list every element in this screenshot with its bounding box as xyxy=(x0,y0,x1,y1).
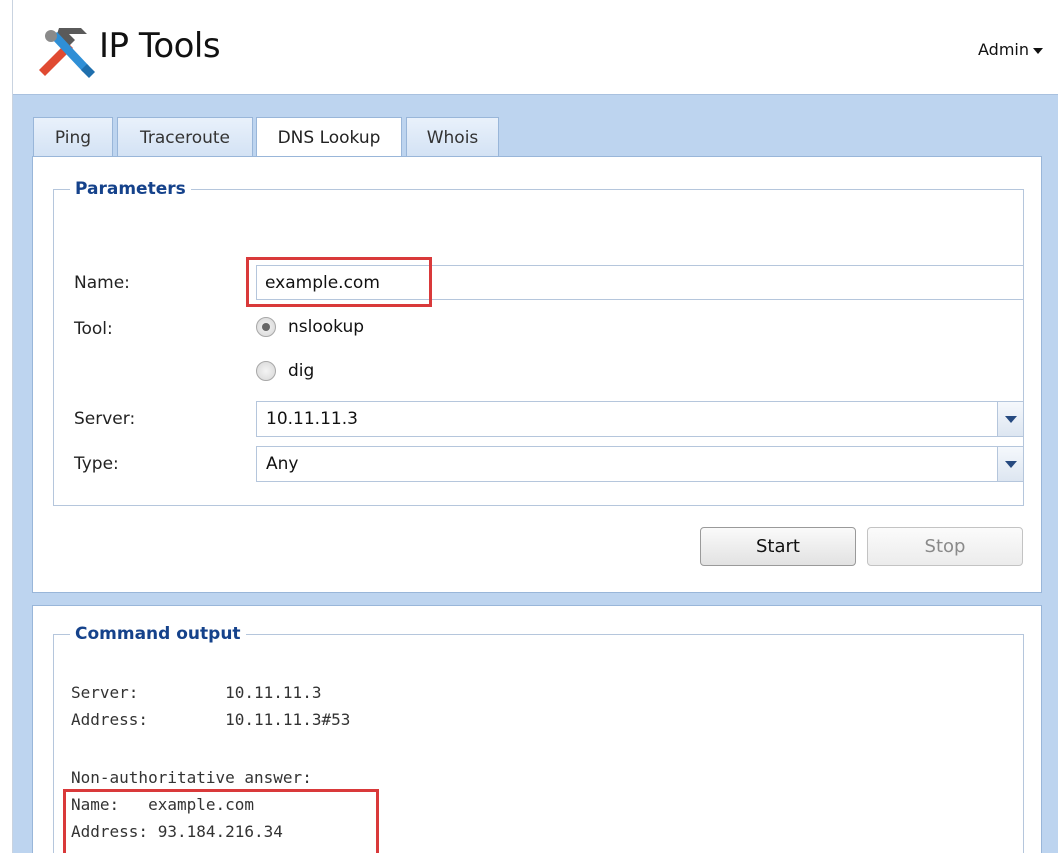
command-output-fieldset: Command output xyxy=(53,624,1024,853)
stop-button[interactable]: Stop xyxy=(867,527,1023,566)
tool-label: Tool: xyxy=(74,319,113,339)
chevron-down-icon xyxy=(1004,415,1017,423)
name-input[interactable] xyxy=(256,265,1024,300)
command-output-legend: Command output xyxy=(75,624,241,644)
parameters-legend: Parameters xyxy=(75,179,186,199)
tab-dns-lookup[interactable]: DNS Lookup xyxy=(256,117,402,158)
chevron-down-icon xyxy=(1004,460,1017,468)
tab-ping[interactable]: Ping xyxy=(33,117,113,157)
server-label: Server: xyxy=(74,409,136,429)
tools-logo-icon xyxy=(39,28,95,78)
radio-dig-label: dig xyxy=(288,361,315,381)
server-select-value: 10.11.11.3 xyxy=(266,409,358,429)
start-button[interactable]: Start xyxy=(700,527,856,566)
radio-nslookup-label: nslookup xyxy=(288,317,365,337)
app-title: IP Tools xyxy=(99,26,221,66)
output-panel: Command output Server: 10.11.11.3 Addres… xyxy=(32,605,1042,853)
radio-nslookup[interactable]: nslookup xyxy=(256,317,364,337)
radio-checked-icon xyxy=(256,317,276,337)
name-label: Name: xyxy=(74,273,130,293)
type-select[interactable]: Any xyxy=(256,446,1024,482)
radio-dig[interactable]: dig xyxy=(256,361,314,381)
type-select-value: Any xyxy=(266,454,299,474)
parameters-fieldset: Parameters Name: Tool: nslookup dig Serv… xyxy=(53,179,1024,506)
tab-traceroute[interactable]: Traceroute xyxy=(117,117,253,157)
user-menu[interactable]: Admin xyxy=(978,40,1043,59)
ip-tools-app: IP Tools Admin Ping Traceroute DNS Looku… xyxy=(12,0,1058,853)
type-label: Type: xyxy=(74,454,119,474)
output-line: Address: 93.184.216.34 xyxy=(71,822,283,841)
app-header: IP Tools Admin xyxy=(13,0,1058,95)
output-line: Server: 10.11.11.3 xyxy=(71,683,322,702)
tab-whois[interactable]: Whois xyxy=(406,117,499,157)
dns-lookup-panel: Parameters Name: Tool: nslookup dig Serv… xyxy=(32,156,1042,593)
output-line: Address: 10.11.11.3#53 xyxy=(71,710,351,729)
output-line: Name: example.com xyxy=(71,795,255,814)
chevron-down-icon xyxy=(1033,47,1043,54)
server-dropdown-trigger[interactable] xyxy=(997,402,1023,436)
output-line: Non-authoritative answer: xyxy=(71,768,312,787)
server-select[interactable]: 10.11.11.3 xyxy=(256,401,1024,437)
type-dropdown-trigger[interactable] xyxy=(997,447,1023,481)
radio-unchecked-icon xyxy=(256,361,276,381)
user-menu-label: Admin xyxy=(978,40,1029,59)
